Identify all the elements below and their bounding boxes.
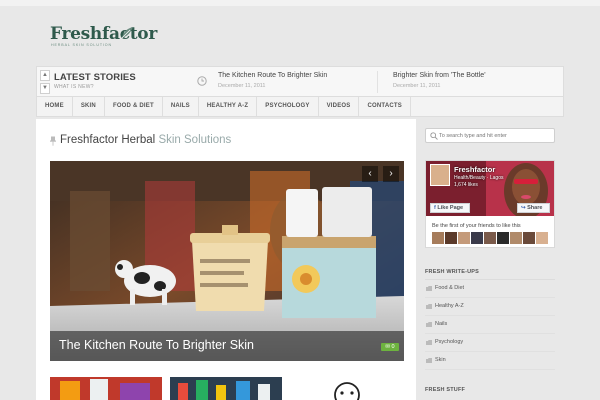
top-strip — [0, 0, 600, 6]
facebook-share-label: Share — [527, 205, 543, 211]
nav-item-home[interactable]: HOME — [37, 97, 73, 116]
page-title-dark: Freshfactor Herbal — [60, 134, 156, 146]
latest-stories-title: LATEST STORIES — [54, 72, 136, 83]
main-nav: HOME SKIN FOOD & DIET NAILS HEALTHY A-Z … — [36, 97, 564, 117]
nav-item-nails[interactable]: NAILS — [163, 97, 199, 116]
fan-avatar[interactable] — [445, 232, 457, 244]
category-nails[interactable]: Nails — [425, 316, 555, 334]
ticker-story-date: December 11, 2011 — [218, 83, 266, 89]
ticker-story[interactable]: Brighter Skin from 'The Bottle' December… — [393, 72, 486, 89]
featured-slider[interactable]: ‹ › The Kitchen Route To Brighter Skin ✉… — [50, 161, 404, 361]
search-icon — [430, 132, 438, 140]
post-thumbnail[interactable] — [50, 377, 162, 400]
ticker-up-button[interactable]: ▲ — [40, 70, 50, 81]
fan-avatar[interactable] — [536, 232, 548, 244]
nav-item-videos[interactable]: VIDEOS — [319, 97, 360, 116]
ticker-divider — [377, 71, 378, 93]
main-content: Freshfactor Herbal Skin Solutions ‹ › Th… — [36, 119, 416, 400]
pushpin-icon — [50, 136, 56, 146]
post-thumbnail[interactable] — [170, 377, 282, 400]
folder-icon — [426, 304, 432, 309]
facebook-like-count: 1,674 likes — [454, 182, 478, 188]
nav-item-contacts[interactable]: CONTACTS — [359, 97, 411, 116]
slide-caption-title[interactable]: The Kitchen Route To Brighter Skin — [59, 338, 254, 352]
nav-item-skin[interactable]: SKIN — [73, 97, 105, 116]
facebook-like-label: Like Page — [437, 205, 464, 211]
latest-stories-bar: ▲ ▼ LATEST STORIES WHAT IS NEW? The Kitc… — [36, 66, 564, 97]
share-icon: ↪ — [521, 205, 526, 211]
nav-item-psychology[interactable]: PSYCHOLOGY — [257, 97, 319, 116]
facebook-friends-text: Be the first of your friends to like thi… — [432, 223, 521, 229]
ticker-down-button[interactable]: ▼ — [40, 83, 50, 94]
facebook-page-name[interactable]: Freshfactor — [454, 165, 495, 174]
logo-wordmark: Freshfactor — [50, 24, 158, 44]
clock-icon — [197, 76, 207, 86]
nav-item-food-diet[interactable]: FOOD & DIET — [105, 97, 163, 116]
folder-icon — [426, 322, 432, 327]
facebook-share-button[interactable]: ↪ Share — [517, 203, 550, 213]
category-psychology[interactable]: Psychology — [425, 334, 555, 352]
facebook-fan-faces — [432, 232, 548, 245]
category-label[interactable]: Skin — [435, 357, 446, 363]
slide-caption: The Kitchen Route To Brighter Skin ✉ 0 — [50, 331, 404, 361]
search-box — [425, 128, 555, 143]
category-label[interactable]: Healthy A-Z — [435, 303, 464, 309]
category-label[interactable]: Psychology — [435, 339, 463, 345]
folder-icon — [426, 340, 432, 345]
facebook-page-widget: Freshfactor Health/Beauty · Lagos 1,674 … — [425, 160, 555, 248]
fresh-stuff-title: FRESH STUFF — [425, 387, 466, 393]
facebook-page-category: Health/Beauty · Lagos — [454, 175, 504, 181]
category-food-diet[interactable]: Food & Diet — [425, 280, 555, 298]
page-title-light: Skin Solutions — [158, 134, 232, 146]
ticker-story-title[interactable]: Brighter Skin from 'The Bottle' — [393, 72, 486, 79]
page-title: Freshfactor Herbal Skin Solutions — [60, 134, 231, 146]
ticker-story-date: December 11, 2011 — [393, 83, 441, 89]
fresh-writeups-title: FRESH WRITE-UPS — [425, 269, 480, 275]
fan-avatar[interactable] — [523, 232, 535, 244]
facebook-page-avatar[interactable] — [430, 164, 450, 186]
category-label[interactable]: Food & Diet — [435, 285, 464, 291]
fan-avatar[interactable] — [497, 232, 509, 244]
slider-prev-button[interactable]: ‹ — [362, 166, 378, 182]
ticker-arrows: ▲ ▼ — [40, 70, 50, 94]
latest-stories-subtitle: WHAT IS NEW? — [54, 84, 94, 90]
fan-avatar[interactable] — [484, 232, 496, 244]
comment-count: 0 — [391, 344, 395, 350]
category-skin[interactable]: Skin — [425, 352, 555, 370]
search-input[interactable] — [439, 130, 551, 141]
post-thumbnail[interactable] — [290, 377, 404, 400]
ticker-story[interactable]: The Kitchen Route To Brighter Skin Decem… — [218, 72, 327, 89]
site-logo[interactable]: Freshfactor HERBAL SKIN SOLUTION — [50, 24, 157, 48]
ticker-story-title[interactable]: The Kitchen Route To Brighter Skin — [218, 72, 327, 79]
slider-next-button[interactable]: › — [383, 166, 399, 182]
logo-tagline: HERBAL SKIN SOLUTION — [51, 43, 113, 47]
fan-avatar[interactable] — [471, 232, 483, 244]
fan-avatar[interactable] — [510, 232, 522, 244]
facebook-like-button[interactable]: f Like Page — [430, 203, 470, 213]
post-thumbnails — [50, 377, 404, 400]
comment-icon: ✉ — [385, 344, 390, 350]
fan-avatar[interactable] — [432, 232, 444, 244]
folder-icon — [426, 286, 432, 291]
folder-icon — [426, 358, 432, 363]
comment-count-badge[interactable]: ✉ 0 — [381, 343, 399, 351]
category-healthy-a-z[interactable]: Healthy A-Z — [425, 298, 555, 316]
nav-item-healthy-a-z[interactable]: HEALTHY A-Z — [199, 97, 258, 116]
fan-avatar[interactable] — [458, 232, 470, 244]
category-label[interactable]: Nails — [435, 321, 447, 327]
leaf-icon — [121, 27, 133, 39]
facebook-icon: f — [434, 205, 436, 211]
